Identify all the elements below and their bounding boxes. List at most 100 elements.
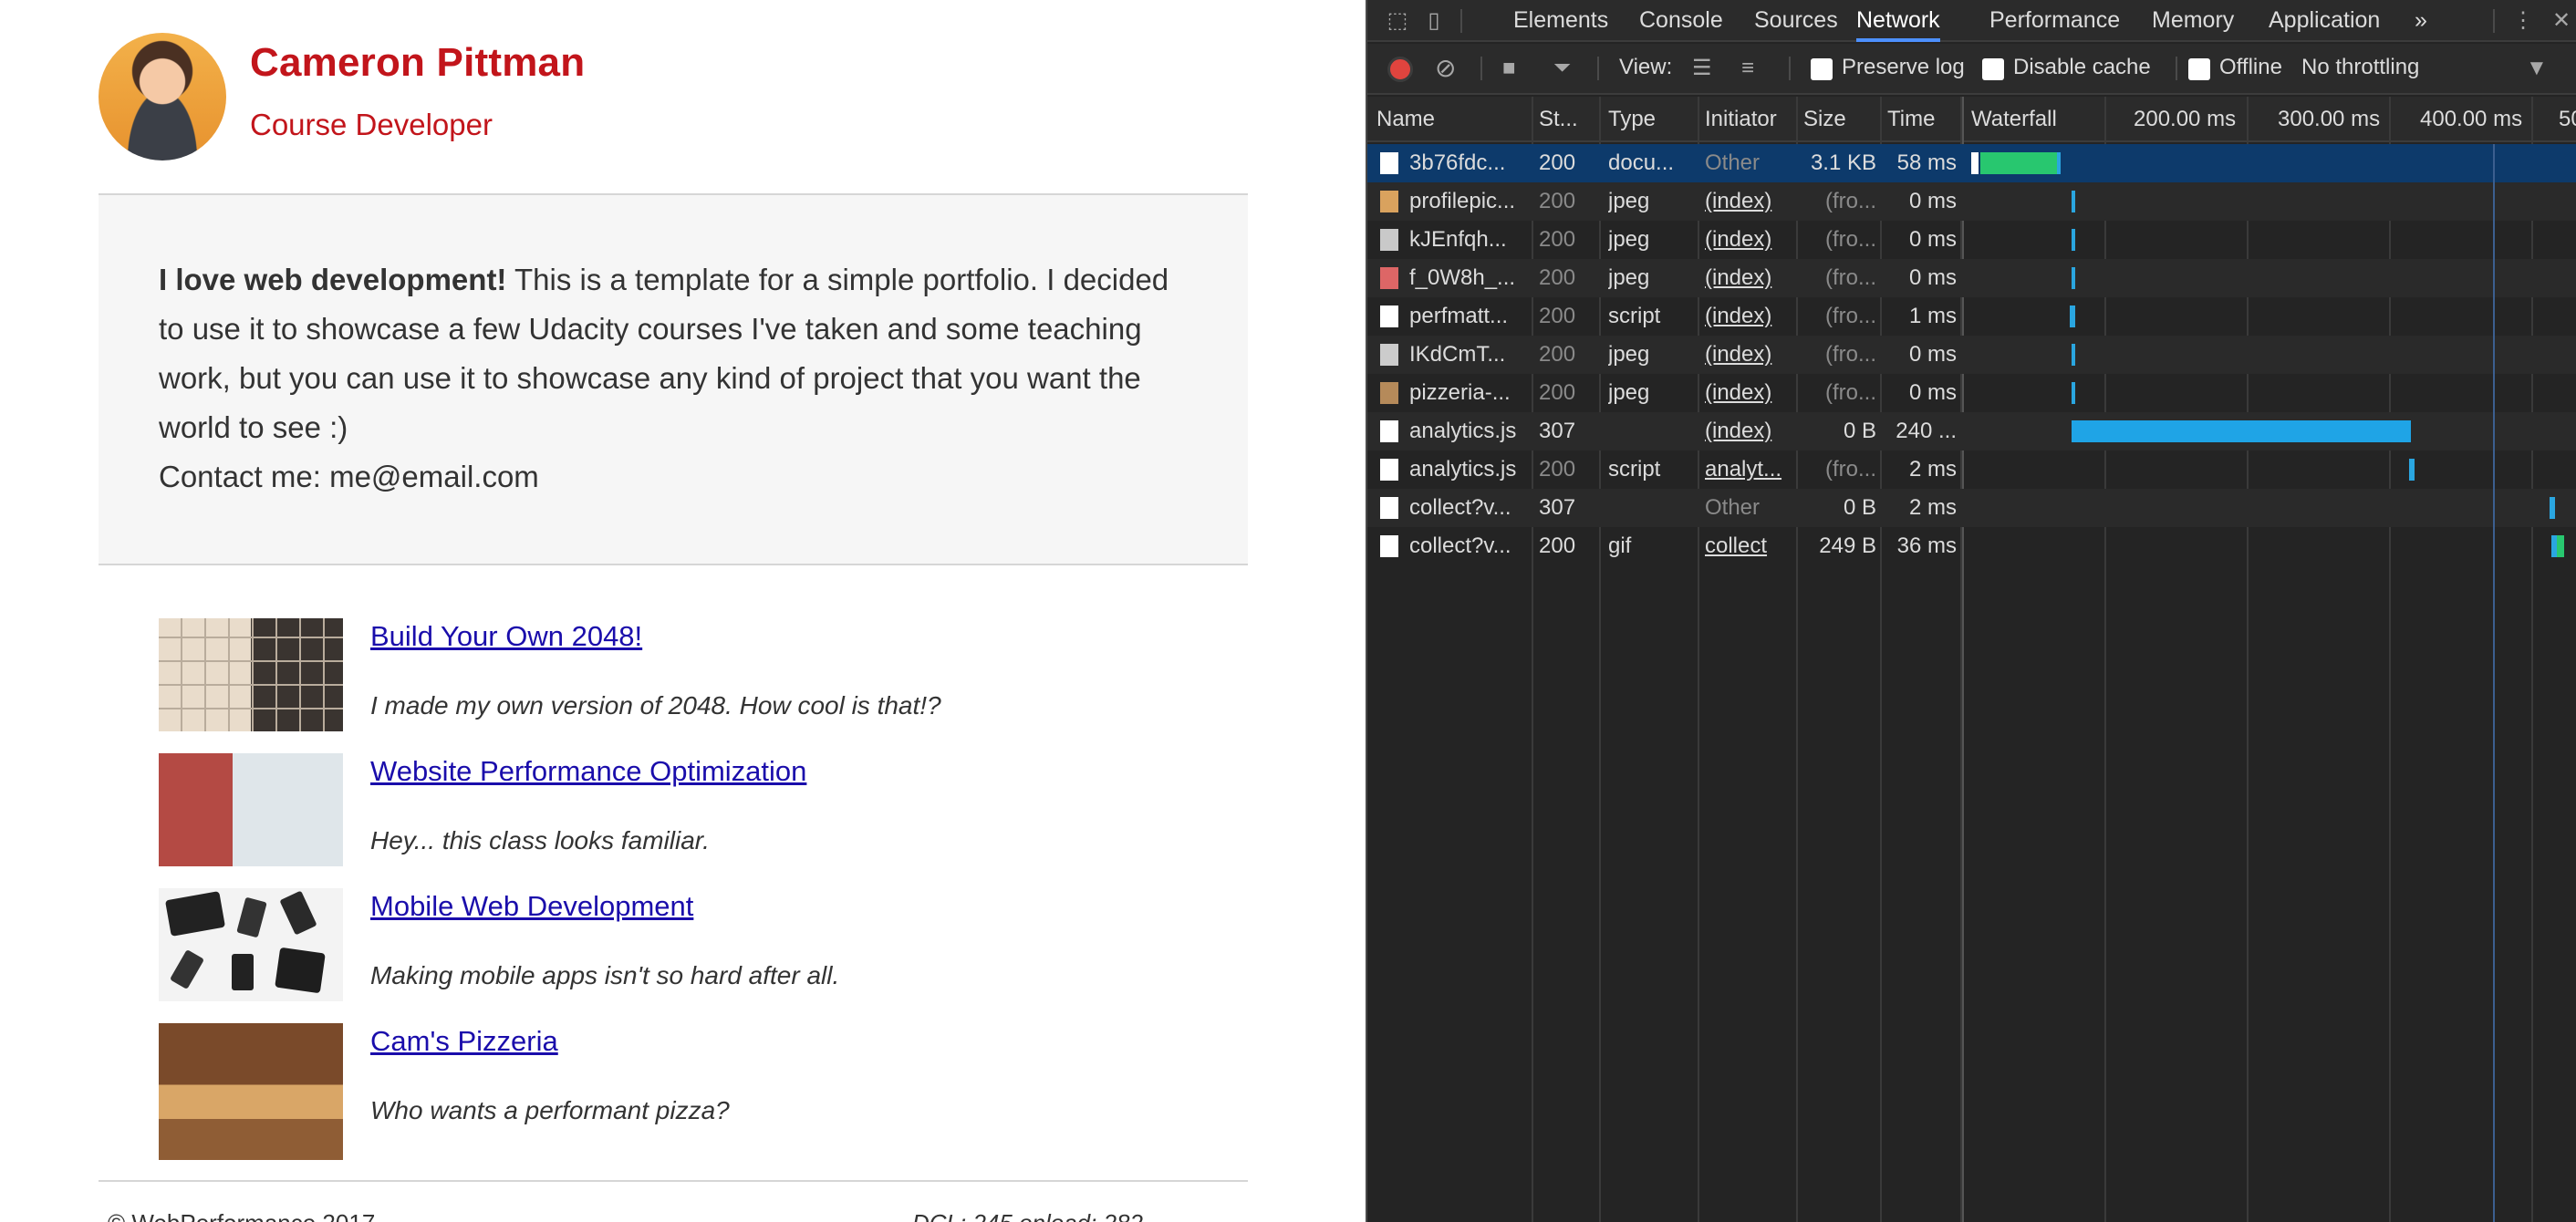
request-initiator[interactable]: collect	[1705, 527, 1792, 565]
tab-performance[interactable]: Performance	[1989, 0, 2120, 42]
file-type-icon	[1380, 459, 1398, 481]
col-time[interactable]: Time	[1887, 97, 1960, 142]
tab-elements[interactable]: Elements	[1513, 0, 1608, 42]
network-toolbar: ⊘ ■ ⏷ View: ☰ ≡ Preserve log Disable cac…	[1367, 44, 2576, 95]
network-request-row[interactable]: collect?v... 200 gif collect 249 B 36 ms	[1367, 527, 2576, 565]
divider	[2493, 9, 2495, 33]
tab-sources[interactable]: Sources	[1754, 0, 1838, 42]
request-initiator[interactable]: (index)	[1705, 374, 1792, 412]
project-link[interactable]: Build Your Own 2048!	[370, 620, 642, 653]
project-link[interactable]: Cam's Pizzeria	[370, 1025, 558, 1058]
project-thumbnail	[159, 1023, 343, 1160]
request-initiator[interactable]: (index)	[1705, 336, 1792, 374]
request-initiator[interactable]: analyt...	[1705, 450, 1792, 489]
request-name: collect?v...	[1409, 533, 1511, 558]
request-initiator: Other	[1705, 150, 1761, 175]
network-request-row[interactable]: kJEnfqh... 200 jpeg (index) (fro... 0 ms	[1367, 221, 2576, 259]
kebab-menu-icon[interactable]: ⋮	[2509, 7, 2537, 35]
camera-icon[interactable]: ■	[1502, 55, 1516, 82]
footer-timing: DCL: 245 onload: 282	[912, 1209, 1143, 1222]
project-item: Build Your Own 2048! I made my own versi…	[159, 611, 1244, 746]
col-waterfall[interactable]: Waterfall	[1971, 97, 2072, 142]
col-name[interactable]: Name	[1376, 97, 1513, 142]
request-size: 0 B	[1843, 495, 1876, 520]
network-request-row[interactable]: pizzeria-... 200 jpeg (index) (fro... 0 ms	[1367, 374, 2576, 412]
request-type: script	[1608, 457, 1661, 482]
waterfall-view-icon[interactable]: ≡	[1741, 55, 1754, 82]
request-type	[1608, 489, 1696, 527]
network-request-row[interactable]: analytics.js 200 script analyt... (fro... 2 m…	[1367, 450, 2576, 489]
project-item: Website Performance Optimization Hey... …	[159, 746, 1244, 881]
record-button[interactable]	[1387, 57, 1413, 82]
request-name: profilepic...	[1409, 189, 1516, 213]
divider	[2176, 57, 2177, 80]
project-description: Making mobile apps isn't so hard after a…	[370, 961, 840, 989]
request-status: 200	[1539, 265, 1576, 290]
request-status: 200	[1539, 150, 1576, 175]
waterfall-bar	[2072, 344, 2075, 366]
throttling-select[interactable]: No throttling	[2301, 55, 2419, 80]
footer-copyright: © WebPerformance 2017	[108, 1209, 375, 1222]
network-request-row[interactable]: 3b76fdc... 200 docu... Other 3.1 KB 58 ms	[1367, 144, 2576, 182]
request-status: 200	[1539, 304, 1576, 328]
col-size[interactable]: Size	[1803, 97, 1885, 142]
waterfall-bar	[1971, 152, 1979, 174]
request-initiator[interactable]: (index)	[1705, 221, 1792, 259]
clear-icon[interactable]: ⊘	[1435, 55, 1456, 82]
col-status[interactable]: St...	[1539, 97, 1594, 142]
offline-checkbox[interactable]	[2188, 58, 2210, 80]
close-icon[interactable]: ✕	[2548, 7, 2575, 35]
request-type: jpeg	[1608, 227, 1650, 252]
waterfall-bar	[1980, 152, 2057, 174]
disable-cache-checkbox[interactable]	[1982, 58, 2004, 80]
portfolio-page: Cameron Pittman Course Developer I love …	[0, 0, 1366, 1222]
project-link[interactable]: Mobile Web Development	[370, 890, 693, 923]
request-status: 200	[1539, 457, 1576, 482]
request-name: f_0W8h_...	[1409, 265, 1516, 290]
request-time: 240 ...	[1896, 419, 1957, 443]
request-size: (fro...	[1824, 304, 1876, 328]
more-tabs-button[interactable]: »	[2415, 0, 2427, 42]
request-status: 200	[1539, 189, 1576, 213]
request-time: 0 ms	[1908, 342, 1957, 367]
divider	[1789, 57, 1791, 80]
preserve-log-checkbox[interactable]	[1811, 58, 1833, 80]
request-initiator[interactable]: (index)	[1705, 182, 1792, 221]
project-item: Cam's Pizzeria Who wants a performant pi…	[159, 1016, 1244, 1160]
avatar	[99, 33, 226, 161]
request-type: jpeg	[1608, 380, 1650, 405]
inspect-icon[interactable]: ⬚	[1384, 7, 1411, 35]
tab-memory[interactable]: Memory	[2152, 0, 2234, 42]
list-view-icon[interactable]: ☰	[1692, 55, 1712, 82]
request-initiator[interactable]: (index)	[1705, 297, 1792, 336]
tick-label: 50	[2559, 107, 2576, 131]
network-request-row[interactable]: IKdCmT... 200 jpeg (index) (fro... 0 ms	[1367, 336, 2576, 374]
tab-application[interactable]: Application	[2269, 0, 2380, 42]
waterfall-bar	[2072, 382, 2075, 404]
request-size: 0 B	[1843, 419, 1876, 443]
network-request-row[interactable]: collect?v... 307 Other 0 B 2 ms	[1367, 489, 2576, 527]
request-initiator[interactable]: (index)	[1705, 412, 1792, 450]
project-thumbnail	[159, 618, 343, 731]
network-request-row[interactable]: perfmatt... 200 script (index) (fro... 1 ms	[1367, 297, 2576, 336]
filter-icon[interactable]: ⏷	[1553, 55, 1571, 82]
request-initiator[interactable]: (index)	[1705, 259, 1792, 297]
request-type	[1608, 412, 1696, 450]
request-status: 200	[1539, 227, 1576, 252]
intro-section: I love web development! This is a templa…	[99, 193, 1248, 565]
divider	[1480, 57, 1482, 80]
project-link[interactable]: Website Performance Optimization	[370, 755, 806, 788]
network-request-row[interactable]: f_0W8h_... 200 jpeg (index) (fro... 0 ms	[1367, 259, 2576, 297]
waterfall-bar	[2550, 497, 2555, 519]
tab-console[interactable]: Console	[1639, 0, 1723, 42]
network-request-row[interactable]: analytics.js 307 (index) 0 B 240 ...	[1367, 412, 2576, 450]
chevron-down-icon[interactable]: ▼	[2526, 55, 2548, 82]
device-toolbar-icon[interactable]: ▯	[1420, 7, 1448, 35]
network-request-row[interactable]: profilepic... 200 jpeg (index) (fro... 0 ms	[1367, 182, 2576, 221]
request-time: 0 ms	[1908, 227, 1957, 252]
request-status: 307	[1539, 419, 1576, 443]
col-type[interactable]: Type	[1608, 97, 1699, 142]
request-size: (fro...	[1824, 380, 1876, 405]
tab-network[interactable]: Network	[1856, 0, 1940, 42]
col-initiator[interactable]: Initiator	[1705, 97, 1805, 142]
